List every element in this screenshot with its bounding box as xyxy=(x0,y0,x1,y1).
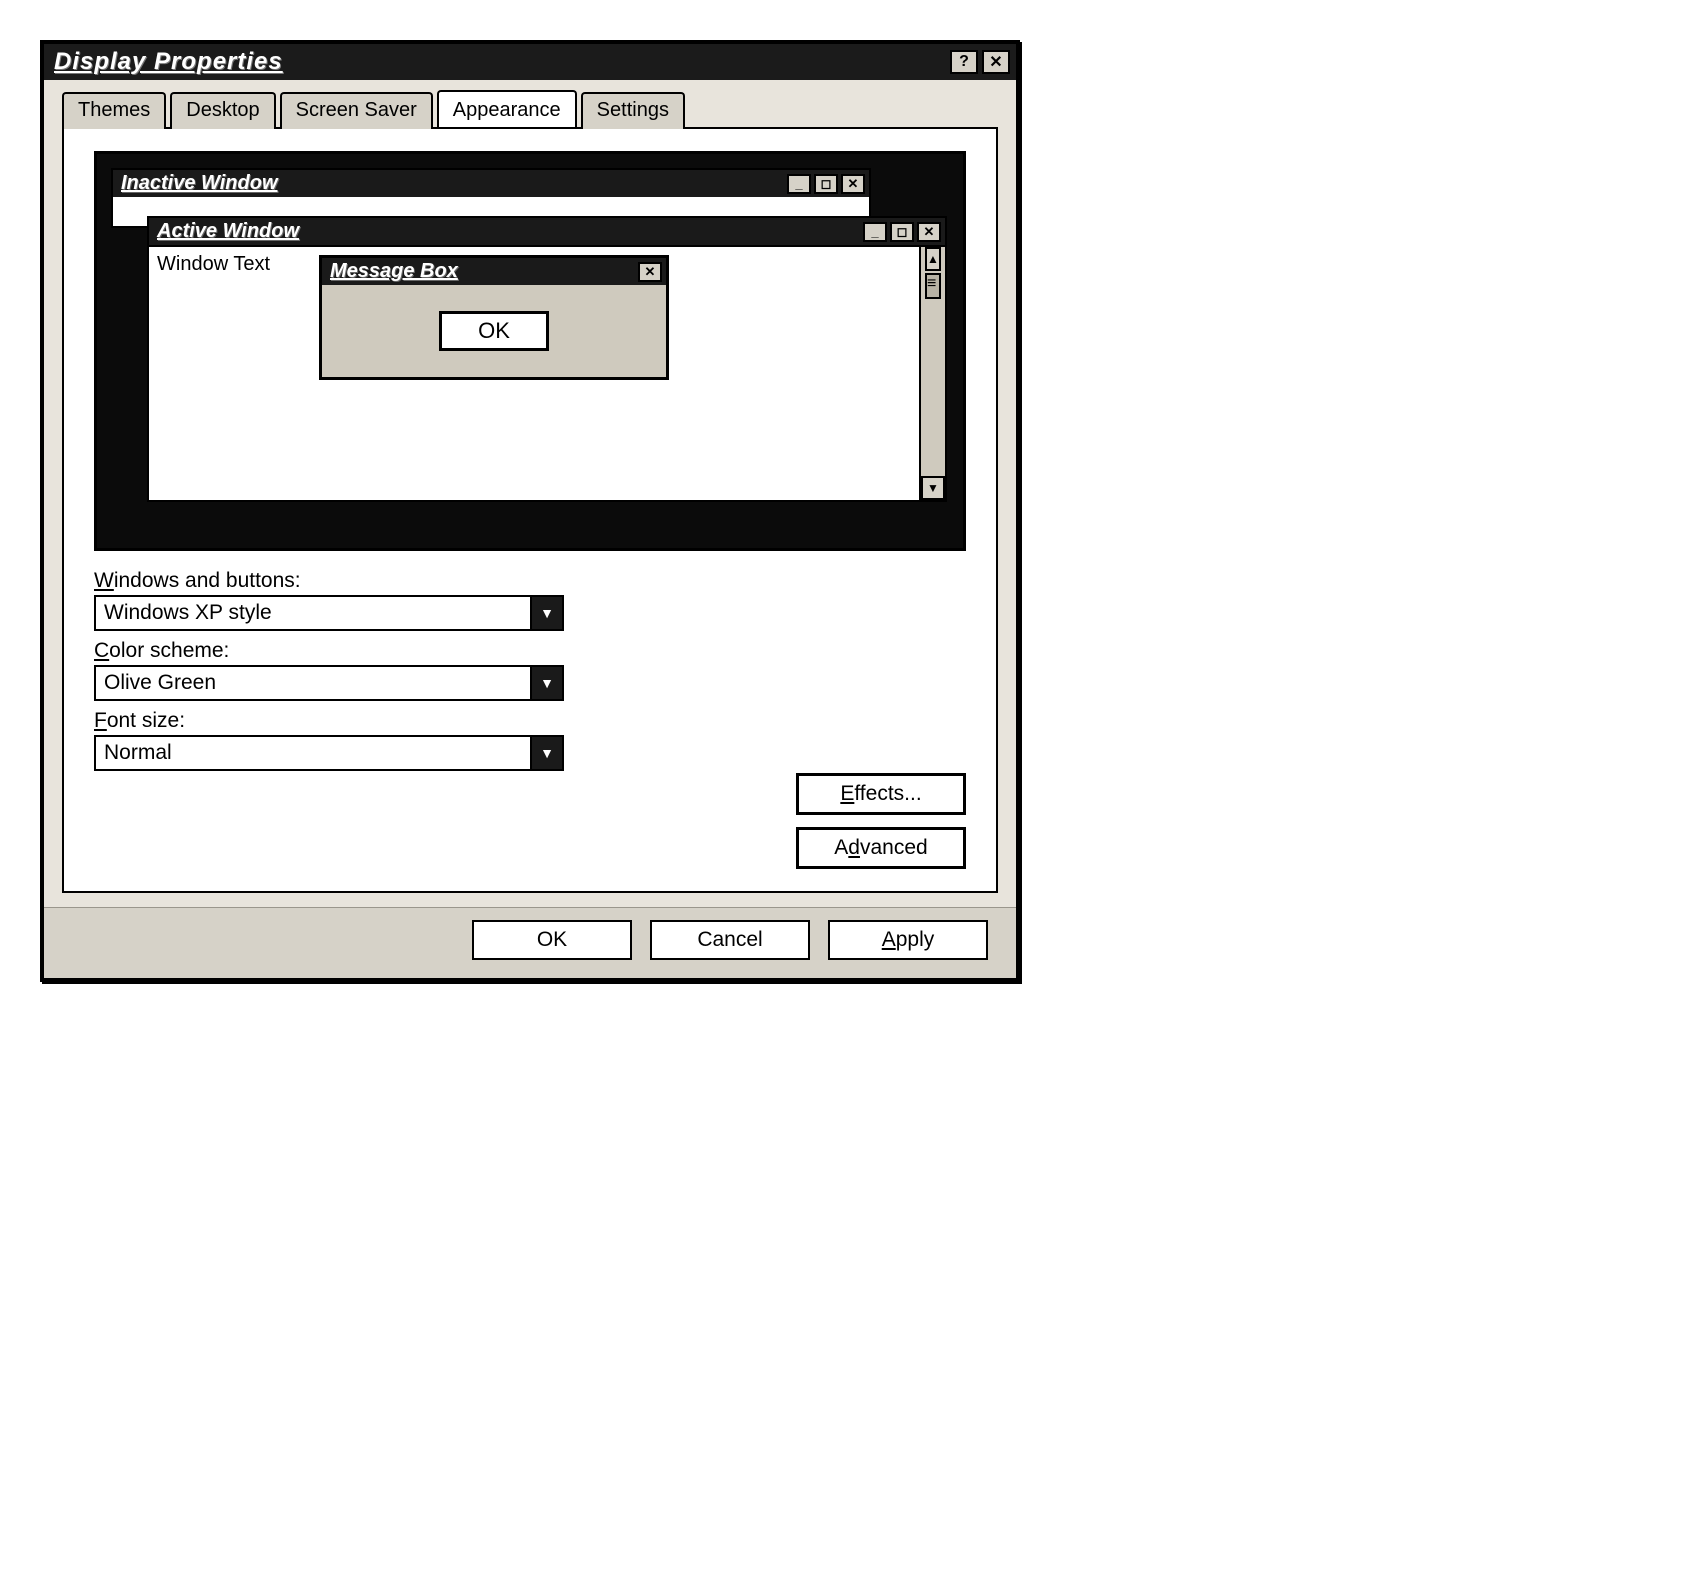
font-size-field: Font size: Normal ▼ xyxy=(94,709,966,771)
preview-scrollbar: ▲ ≡ ▼ xyxy=(919,247,945,500)
tab-desktop[interactable]: Desktop xyxy=(170,92,275,129)
apply-button[interactable]: Apply xyxy=(828,920,988,960)
maximize-icon: ◻ xyxy=(814,174,838,194)
dialog-button-row: OK Cancel Apply xyxy=(44,907,1016,978)
chevron-down-icon: ▼ xyxy=(530,737,562,769)
preview-inactive-title: Inactive Window xyxy=(117,172,278,195)
preview-message-titlebar: Message Box ✕ xyxy=(322,258,666,285)
windows-buttons-combo[interactable]: Windows XP style ▼ xyxy=(94,595,564,631)
display-properties-dialog: Display Properties ? ✕ Themes Desktop Sc… xyxy=(40,40,1020,982)
font-size-label: Font size: xyxy=(94,709,966,733)
windows-buttons-label: Windows and buttons: xyxy=(94,569,966,593)
font-size-value: Normal xyxy=(96,737,530,769)
minimize-icon: _ xyxy=(863,222,887,242)
preview-message-title: Message Box xyxy=(326,260,458,283)
windows-buttons-value: Windows XP style xyxy=(96,597,530,629)
preview-active-window: Active Window _ ◻ ✕ Window Text Message … xyxy=(147,216,947,502)
tab-themes[interactable]: Themes xyxy=(62,92,166,129)
tab-settings[interactable]: Settings xyxy=(581,92,685,129)
preview-message-box: Message Box ✕ OK xyxy=(319,255,669,380)
appearance-panel: Inactive Window _ ◻ ✕ Active Window _ ◻ … xyxy=(62,127,998,893)
tab-appearance[interactable]: Appearance xyxy=(437,90,577,127)
preview-message-body: OK xyxy=(322,285,666,377)
maximize-icon: ◻ xyxy=(890,222,914,242)
close-icon: ✕ xyxy=(841,174,865,194)
color-scheme-combo[interactable]: Olive Green ▼ xyxy=(94,665,564,701)
preview-inactive-titlebar: Inactive Window _ ◻ ✕ xyxy=(113,170,869,197)
font-size-combo[interactable]: Normal ▼ xyxy=(94,735,564,771)
color-scheme-value: Olive Green xyxy=(96,667,530,699)
appearance-preview: Inactive Window _ ◻ ✕ Active Window _ ◻ … xyxy=(94,151,966,551)
windows-buttons-field: Windows and buttons: Windows XP style ▼ xyxy=(94,569,966,631)
scroll-up-icon: ▲ xyxy=(925,247,941,271)
side-buttons: Effects... Advanced xyxy=(796,773,966,869)
preview-window-text: Window Text xyxy=(157,253,270,275)
close-icon: ✕ xyxy=(989,52,1002,72)
preview-active-content: Window Text Message Box ✕ OK xyxy=(149,247,919,500)
preview-active-titlebar: Active Window _ ◻ ✕ xyxy=(149,218,945,245)
close-icon: ✕ xyxy=(917,222,941,242)
chevron-down-icon: ▼ xyxy=(530,597,562,629)
preview-active-title: Active Window xyxy=(153,220,299,243)
effects-button[interactable]: Effects... xyxy=(796,773,966,815)
close-button[interactable]: ✕ xyxy=(982,50,1010,74)
advanced-button[interactable]: Advanced xyxy=(796,827,966,869)
help-icon: ? xyxy=(959,53,969,71)
preview-message-ok-button: OK xyxy=(439,311,549,351)
cancel-button[interactable]: Cancel xyxy=(650,920,810,960)
ok-button[interactable]: OK xyxy=(472,920,632,960)
color-scheme-label: Color scheme: xyxy=(94,639,966,663)
tab-strip: Themes Desktop Screen Saver Appearance S… xyxy=(44,80,1016,127)
color-scheme-field: Color scheme: Olive Green ▼ xyxy=(94,639,966,701)
window-title: Display Properties xyxy=(50,48,283,76)
appearance-controls: Windows and buttons: Windows XP style ▼ … xyxy=(94,569,966,869)
window-buttons: ? ✕ xyxy=(950,50,1010,74)
titlebar: Display Properties ? ✕ xyxy=(44,44,1016,80)
scroll-thumb: ≡ xyxy=(925,273,941,299)
scroll-down-icon: ▼ xyxy=(921,476,945,500)
preview-active-body: Window Text Message Box ✕ OK xyxy=(149,245,945,500)
close-icon: ✕ xyxy=(638,262,662,282)
chevron-down-icon: ▼ xyxy=(530,667,562,699)
tab-screen-saver[interactable]: Screen Saver xyxy=(280,92,433,129)
help-button[interactable]: ? xyxy=(950,50,978,74)
minimize-icon: _ xyxy=(787,174,811,194)
